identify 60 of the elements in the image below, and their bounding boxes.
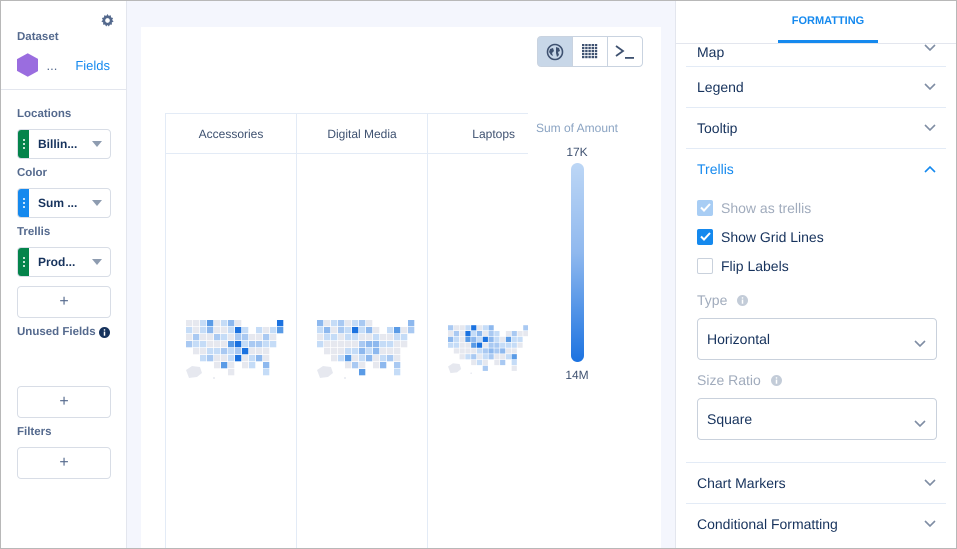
checkbox[interactable] bbox=[697, 258, 713, 274]
select-field[interactable]: Horizontal bbox=[697, 318, 937, 360]
hexagon-icon bbox=[17, 53, 38, 77]
legend-max: 17K bbox=[566, 145, 588, 159]
field-pill[interactable]: Billin... bbox=[17, 129, 111, 159]
section-header[interactable]: Tooltip bbox=[686, 108, 946, 148]
chevron-down-icon bbox=[914, 420, 926, 428]
grip-handle[interactable] bbox=[18, 248, 29, 276]
chevron-down-icon bbox=[924, 83, 936, 91]
formatting-tab[interactable]: FORMATTING bbox=[778, 1, 878, 43]
table-icon bbox=[582, 44, 598, 59]
select-field[interactable]: Square bbox=[697, 398, 937, 440]
globe-icon bbox=[546, 42, 564, 60]
section-header[interactable]: Legend bbox=[686, 67, 946, 107]
checkbox[interactable] bbox=[697, 228, 713, 244]
section-label: Filters bbox=[17, 426, 53, 438]
field-label: Type bbox=[697, 292, 728, 308]
fields-link[interactable]: Fields bbox=[75, 58, 110, 72]
column-header: Digital Media bbox=[327, 126, 397, 140]
column-header: Accessories bbox=[198, 126, 264, 140]
caret-icon bbox=[92, 259, 102, 265]
chevron-down-icon bbox=[924, 479, 936, 487]
dataset-name: ... bbox=[46, 58, 58, 72]
checkbox-label: Show as trellis bbox=[721, 200, 812, 216]
add-button[interactable]: + bbox=[17, 447, 111, 479]
section-label: Color bbox=[17, 167, 48, 179]
chevron-up-icon bbox=[924, 165, 936, 173]
info-icon bbox=[770, 374, 782, 386]
section-header[interactable]: Trellis bbox=[686, 149, 946, 189]
view-toggle[interactable] bbox=[572, 36, 608, 67]
chevron-down-icon bbox=[924, 44, 936, 52]
view-toggle[interactable] bbox=[537, 36, 573, 67]
grip-handle[interactable] bbox=[18, 189, 29, 217]
section-header[interactable]: Map bbox=[686, 44, 946, 66]
view-toggle[interactable] bbox=[607, 36, 643, 67]
info-icon bbox=[737, 294, 748, 306]
column-header: Laptops bbox=[472, 126, 515, 140]
add-button[interactable]: + bbox=[17, 386, 111, 418]
caret-icon bbox=[92, 141, 102, 147]
checkbox-label: Flip Labels bbox=[721, 258, 789, 274]
legend-min: 14M bbox=[565, 368, 589, 382]
terminal-icon bbox=[615, 44, 635, 60]
grip-handle[interactable] bbox=[18, 130, 29, 158]
chevron-down-icon bbox=[924, 124, 936, 132]
field-label: Size Ratio bbox=[697, 372, 761, 388]
field-pill[interactable]: Sum ... bbox=[17, 188, 111, 218]
chevron-down-icon bbox=[924, 520, 936, 528]
section-header[interactable]: Conditional Formatting bbox=[686, 504, 946, 544]
section-label: Unused Fields bbox=[17, 326, 111, 338]
chevron-down-icon bbox=[914, 340, 926, 348]
caret-icon bbox=[92, 200, 102, 206]
section-label: Trellis bbox=[17, 226, 52, 238]
field-pill[interactable]: Prod... bbox=[17, 247, 111, 277]
dataset-label: Dataset bbox=[17, 31, 60, 43]
legend-title: Sum of Amount bbox=[536, 121, 618, 135]
checkbox-label: Show Grid Lines bbox=[721, 228, 824, 244]
add-button[interactable]: + bbox=[17, 286, 111, 318]
settings-icon[interactable] bbox=[101, 14, 114, 27]
section-header[interactable]: Chart Markers bbox=[686, 463, 946, 503]
section-label: Locations bbox=[17, 108, 72, 120]
